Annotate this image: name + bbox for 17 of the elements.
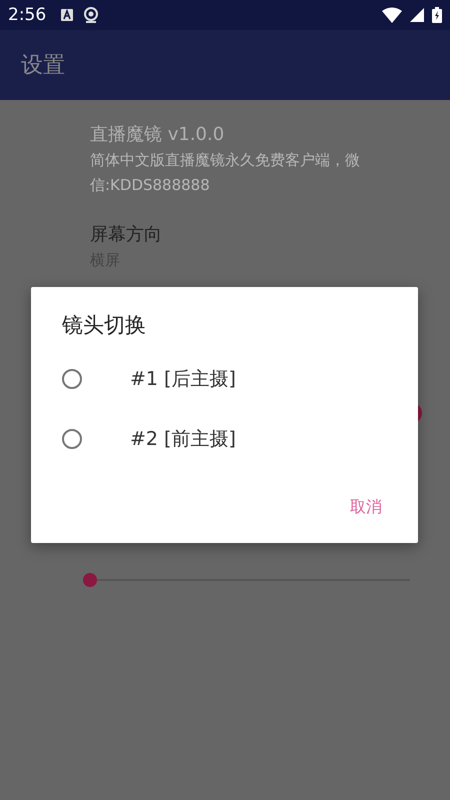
signal-icon [410,8,424,22]
setting-title[interactable]: 屏幕方向 [90,222,422,246]
setting-summary: 简体中文版直播魔镜永久免费客户端，微信:KDDS888888 [90,150,361,196]
radio-option[interactable]: #1 [后主摄] [62,349,398,409]
dialog-title: 镜头切换 [62,312,147,339]
radio-button[interactable] [62,429,82,449]
wifi-icon [382,7,402,23]
cancel-button[interactable]: 取消 [334,489,398,526]
slider-thumb[interactable] [83,573,97,587]
battery-icon [432,7,442,23]
status-time: 2:56 [8,5,46,25]
notification-icon [60,8,74,22]
app-title: 设置 [21,52,65,80]
webcam-icon [82,6,100,24]
radio-button[interactable] [62,369,82,389]
radio-option[interactable]: #2 [前主摄] [62,409,398,469]
setting-title[interactable]: 直播魔镜 v1.0.0 [90,122,422,146]
